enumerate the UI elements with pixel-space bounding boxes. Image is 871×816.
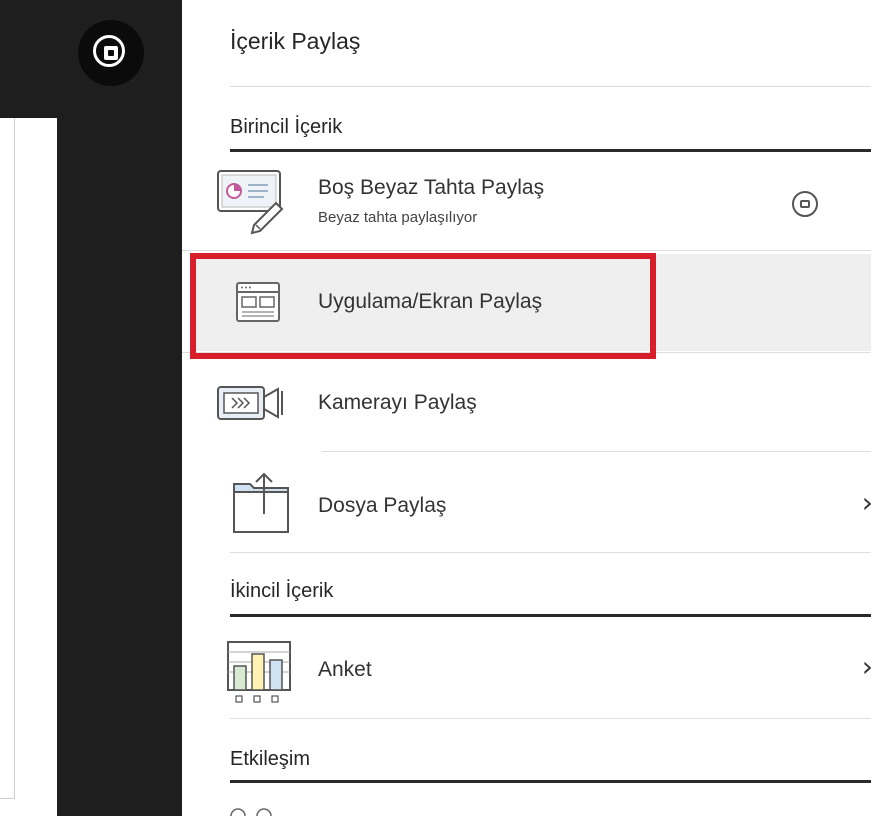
section-heading-interaction: Etkileşim (230, 748, 311, 770)
item-label: Boş Beyaz Tahta Paylaş (318, 176, 545, 199)
camera-icon (217, 386, 283, 420)
main-content-area (0, 118, 15, 799)
poll-chart-icon (227, 641, 291, 703)
panel-title: İçerik Paylaş (230, 28, 361, 54)
section-rule-secondary (230, 614, 871, 617)
collaborate-panel-button[interactable] (78, 20, 144, 86)
chevron-right-icon: › (862, 486, 871, 519)
section-heading-primary: Birincil İçerik (230, 116, 343, 138)
share-content-panel: İçerik Paylaş Birincil İçerik Boş Beyaz … (182, 0, 871, 816)
interaction-icons-partial (230, 808, 272, 816)
section-rule-interaction (230, 780, 871, 783)
highlight-annotation-box (190, 253, 656, 359)
poll-item[interactable]: Anket › (210, 618, 871, 719)
title-divider (230, 86, 871, 87)
stop-sharing-icon[interactable] (792, 191, 818, 217)
share-whiteboard-item[interactable]: Boş Beyaz Tahta Paylaş Beyaz tahta payla… (182, 153, 871, 251)
whiteboard-icon (217, 170, 284, 235)
folder-upload-icon (233, 472, 289, 533)
item-label: Dosya Paylaş (318, 494, 447, 517)
section-heading-secondary: İkincil İçerik (230, 580, 334, 602)
chevron-right-icon: › (862, 650, 871, 683)
share-file-item[interactable]: Dosya Paylaş › (210, 452, 871, 553)
item-label: Kamerayı Paylaş (318, 391, 477, 414)
session-dark-column (57, 118, 182, 816)
section-rule-primary (230, 149, 871, 152)
item-label: Anket (318, 658, 372, 681)
item-sublabel: Beyaz tahta paylaşılıyor (318, 209, 478, 226)
share-camera-item[interactable]: Kamerayı Paylaş (210, 353, 871, 452)
